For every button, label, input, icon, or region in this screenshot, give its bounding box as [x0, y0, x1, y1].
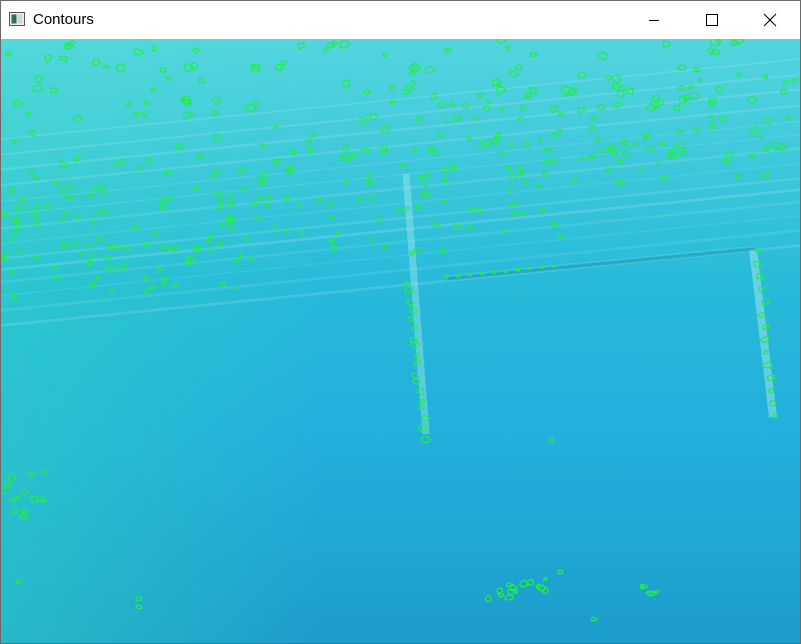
maximize-icon	[706, 14, 718, 26]
image-viewport	[1, 39, 800, 643]
window-title: Contours	[33, 11, 94, 28]
close-icon	[763, 13, 777, 27]
title-bar[interactable]: Contours	[1, 1, 800, 39]
maximize-button[interactable]	[683, 1, 741, 39]
app-icon	[9, 12, 25, 26]
app-window: Contours	[0, 0, 801, 644]
minimize-button[interactable]	[625, 1, 683, 39]
contour-image	[1, 39, 800, 643]
minimize-icon	[649, 20, 659, 21]
close-button[interactable]	[741, 1, 799, 39]
